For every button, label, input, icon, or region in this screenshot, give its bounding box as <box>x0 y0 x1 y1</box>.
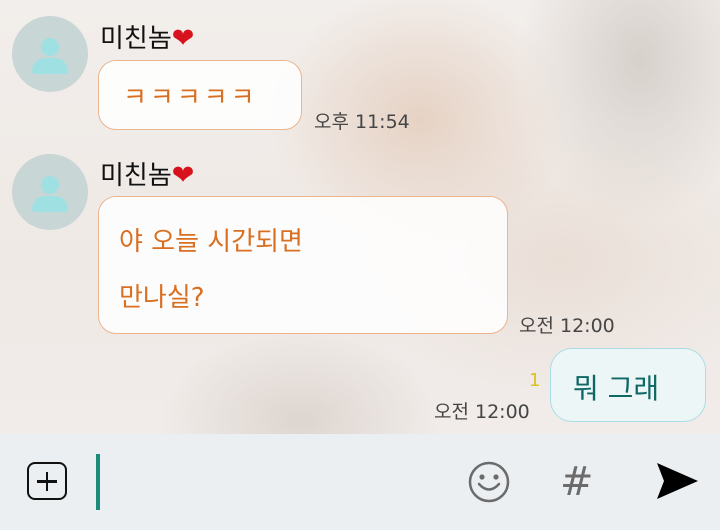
hashtag-button[interactable]: # <box>560 458 594 506</box>
avatar-body-icon <box>32 58 68 74</box>
unread-count: 1 <box>529 370 541 391</box>
incoming-message-bubble[interactable]: ㅋㅋㅋㅋㅋ <box>98 60 302 130</box>
incoming-message-bubble[interactable]: 야 오늘 시간되면 만나실? <box>98 196 508 334</box>
outgoing-message-bubble[interactable]: 뭐 그래 <box>550 348 706 422</box>
message-text: 뭐 그래 <box>573 372 660 405</box>
sender-avatar[interactable] <box>12 154 88 230</box>
smiley-icon[interactable] <box>468 461 510 503</box>
sender-name-text: 미친놈 <box>100 161 172 191</box>
avatar-head-icon <box>41 38 59 56</box>
send-arrow-icon[interactable] <box>654 460 700 502</box>
plus-square-icon[interactable] <box>27 462 67 500</box>
sender-name: 미친놈❤ <box>100 155 194 192</box>
message-time: 오후 11:54 <box>314 111 410 133</box>
sender-name-text: 미친놈 <box>100 24 172 54</box>
avatar-body-icon <box>32 196 68 212</box>
heart-icon: ❤ <box>171 23 195 54</box>
message-text: ㅋㅋㅋㅋㅋ <box>123 83 258 113</box>
text-cursor <box>96 454 100 510</box>
message-text-line: 야 오늘 시간되면 <box>119 227 303 257</box>
heart-icon: ❤ <box>171 160 195 191</box>
avatar-head-icon <box>41 176 59 194</box>
message-time: 오전 12:00 <box>434 401 530 423</box>
sender-name: 미친놈❤ <box>100 18 194 55</box>
message-time: 오전 12:00 <box>519 315 615 337</box>
message-input[interactable] <box>104 450 444 514</box>
message-text-line: 만나실? <box>119 283 205 313</box>
sender-avatar[interactable] <box>12 16 88 92</box>
